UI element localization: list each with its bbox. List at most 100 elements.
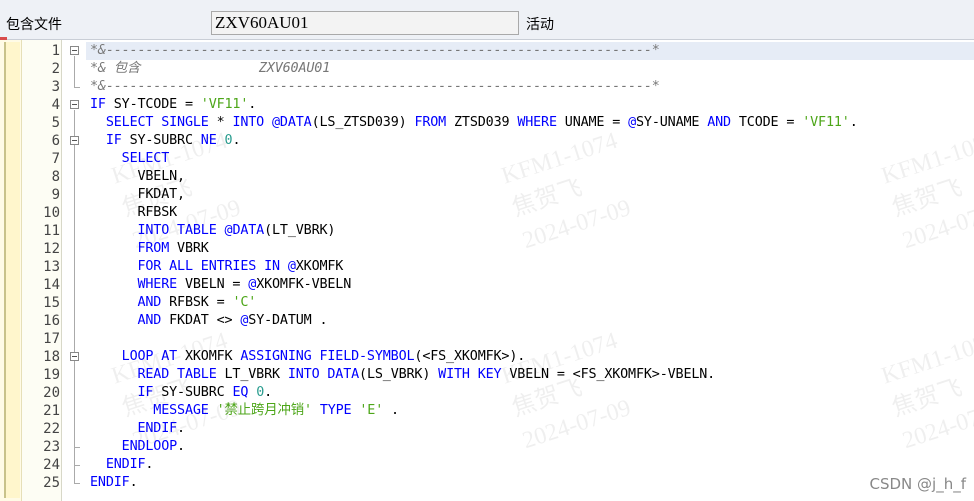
code-token: ASSIGNING FIELD-SYMBOL <box>240 349 415 364</box>
code-token: . <box>383 403 399 418</box>
fold-end <box>74 465 80 466</box>
fold-toggle-loop[interactable] <box>70 352 79 361</box>
code-token: ENDIF <box>90 475 130 490</box>
code-token: SY-TCODE = <box>105 97 201 112</box>
fold-toggle-if[interactable] <box>70 100 79 109</box>
line-number: 21 <box>43 403 60 419</box>
line-number: 4 <box>51 97 60 113</box>
code-token: (LS_ZTSD039) <box>311 115 415 130</box>
code-line[interactable]: AND RFBSK = 'C' <box>90 294 256 312</box>
code-token: . <box>849 115 858 130</box>
code-token: FOR ALL ENTRIES IN <box>137 259 280 274</box>
code-token: SY-UNAME <box>636 115 708 130</box>
code-token: 0 <box>256 385 265 400</box>
fold-end <box>74 447 80 448</box>
fold-gutter <box>62 40 86 501</box>
code-line[interactable]: WHERE VBELN = @XKOMFK-VBELN <box>90 276 351 294</box>
line-number: 11 <box>43 223 60 239</box>
code-line[interactable]: *&--------------------------------------… <box>90 42 660 60</box>
line-number: 23 <box>43 439 60 455</box>
code-token: AND <box>707 115 731 130</box>
code-token: . <box>264 385 273 400</box>
include-header: 包含文件 ZXV60AU01 活动 <box>0 0 974 40</box>
code-token: WITH KEY <box>438 367 502 382</box>
line-number: 25 <box>43 475 60 491</box>
line-number: 22 <box>43 421 60 437</box>
line-number: 15 <box>43 295 60 311</box>
code-token: . <box>248 97 257 112</box>
line-number: 10 <box>43 205 60 221</box>
line-number: 19 <box>43 367 60 383</box>
code-token: IF <box>105 133 122 148</box>
code-token: WHERE <box>137 277 178 292</box>
code-token: 'E' <box>359 403 384 418</box>
code-line[interactable]: *&--------------------------------------… <box>90 78 660 96</box>
code-token: . <box>232 133 241 148</box>
line-number: 17 <box>43 331 60 347</box>
fold-end <box>74 483 80 484</box>
code-token: WHERE <box>517 115 557 130</box>
code-line[interactable]: *& 包含 ZXV60AU01 <box>90 60 330 78</box>
code-token: . <box>129 475 138 490</box>
line-number: 7 <box>51 151 60 167</box>
line-number: 8 <box>51 169 60 185</box>
code-token: SELECT SINGLE <box>105 115 209 130</box>
code-token: 'VF11' <box>802 115 850 130</box>
code-token: @ <box>628 115 637 130</box>
code-line[interactable]: ENDIF. <box>90 456 154 474</box>
code-token: *&--------------------------------------… <box>90 79 660 94</box>
code-token: *&--------------------------------------… <box>90 43 660 58</box>
line-number-gutter: 1 2 3 4 5 6 7 8 9 10 11 12 13 14 15 16 17 18 19 20 21 22 23 24 2… <box>22 40 62 501</box>
line-number: 18 <box>43 349 60 365</box>
line-number: 24 <box>43 457 60 473</box>
code-token: *& 包含 ZXV60AU01 <box>90 61 331 76</box>
abap-code-editor[interactable]: 1 2 3 4 5 6 7 8 9 10 11 12 13 14 15 16 17 18 19 20 21 22 23 24 2… <box>0 40 974 501</box>
fold-guide <box>74 56 75 87</box>
line-number: 3 <box>51 79 60 95</box>
code-token: 'C' <box>232 295 257 310</box>
code-token: TCODE = <box>730 115 803 130</box>
code-line[interactable]: IF SY-TCODE = 'VF11'. <box>90 96 256 114</box>
code-token: @DATA <box>272 115 312 130</box>
code-token: . <box>145 457 154 472</box>
line-number: 13 <box>43 259 60 275</box>
code-token: UNAME = <box>556 115 629 130</box>
fold-end <box>74 87 80 88</box>
fold-toggle-comment[interactable] <box>70 46 79 55</box>
status-text: 活动 <box>526 17 554 33</box>
fold-toggle-if-subrc[interactable] <box>70 136 79 145</box>
line-number: 1 <box>51 43 60 59</box>
code-token: @ <box>287 259 296 274</box>
line-number: 20 <box>43 385 60 401</box>
code-token: INTO DATA <box>287 367 360 382</box>
code-token: INTO <box>232 115 265 130</box>
code-token: FKDAT <> <box>161 313 241 328</box>
line-number: 9 <box>51 187 60 203</box>
code-token: AND <box>137 295 162 310</box>
code-token: IF <box>90 97 106 112</box>
code-token: ENDIF <box>105 457 146 472</box>
change-marker <box>4 42 20 498</box>
include-name-field[interactable]: ZXV60AU01 <box>211 11 519 35</box>
code-token: AND <box>137 313 162 328</box>
code-token: (LS_VBRK) <box>359 367 439 382</box>
include-label: 包含文件 <box>6 17 62 33</box>
line-number: 6 <box>51 133 60 149</box>
line-number: 16 <box>43 313 60 329</box>
code-token: XKOMFK-VBELN <box>256 277 352 292</box>
code-line[interactable]: FOR ALL ENTRIES IN @XKOMFK <box>90 258 343 276</box>
line-number: 12 <box>43 241 60 257</box>
code-line[interactable]: ENDIF. <box>90 474 138 492</box>
